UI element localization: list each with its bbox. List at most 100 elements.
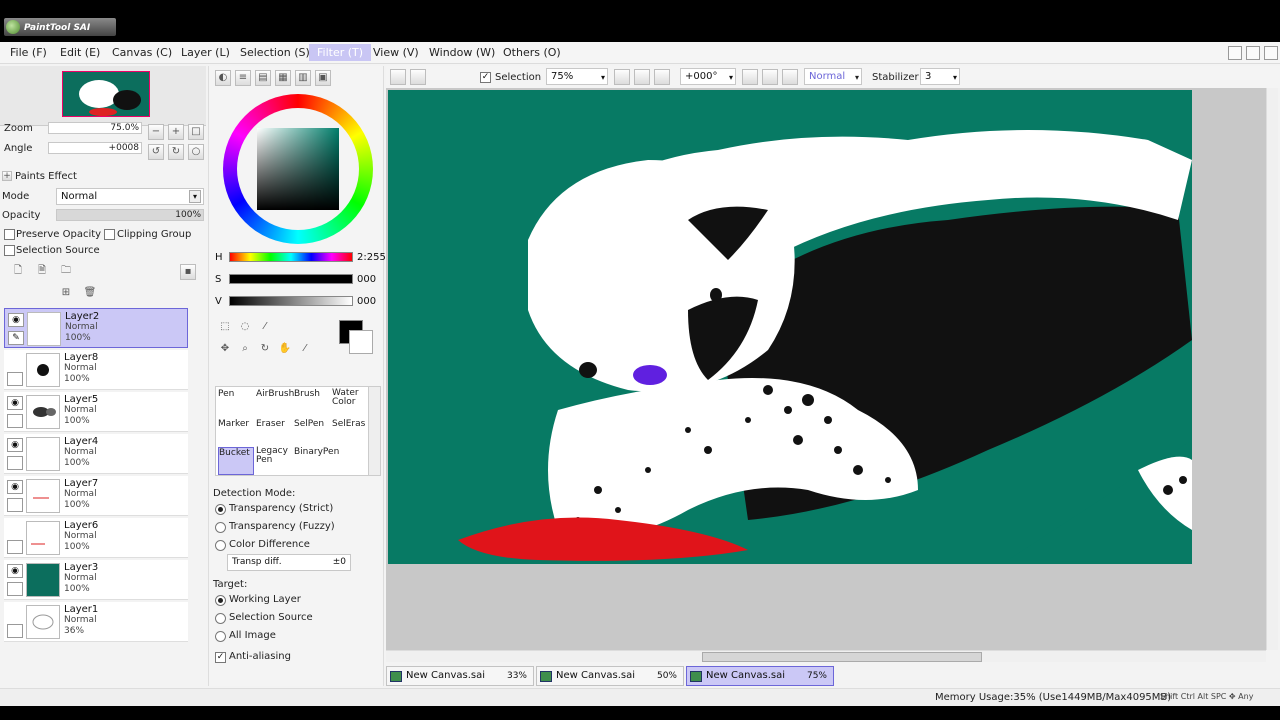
tool-selpen[interactable]: SelPen xyxy=(294,419,332,447)
rect-select-icon[interactable]: ⬚ xyxy=(217,320,233,336)
lasso-icon[interactable]: ◌ xyxy=(237,320,253,336)
transp-diff-slider[interactable]: Transp diff. ±0 xyxy=(227,554,351,571)
menu-canvas[interactable]: Canvas (C) xyxy=(112,46,172,59)
background-color-swatch[interactable] xyxy=(349,330,373,354)
menu-layer[interactable]: Layer (L) xyxy=(181,46,230,59)
layer-panel-menu-icon[interactable]: ▪ xyxy=(180,264,196,280)
saturation-slider[interactable] xyxy=(229,274,353,284)
layer-item[interactable]: ◉ Layer4 Normal 100% xyxy=(4,434,188,474)
zoom-out-button[interactable]: − xyxy=(148,124,164,140)
new-folder-icon[interactable]: 🗀 xyxy=(58,264,74,280)
clipping-group-checkbox[interactable] xyxy=(104,229,115,240)
lock-icon[interactable] xyxy=(7,498,23,512)
layer-item[interactable]: Layer8 Normal 100% xyxy=(4,350,188,390)
lock-icon[interactable] xyxy=(7,582,23,596)
rotate-left-button[interactable]: ↺ xyxy=(148,144,164,160)
drawing-canvas[interactable] xyxy=(388,90,1192,564)
opacity-slider[interactable]: 100% xyxy=(56,209,204,221)
hand-icon[interactable]: ✋ xyxy=(277,342,293,358)
tool-airbrush[interactable]: AirBrush xyxy=(256,389,294,417)
menu-others[interactable]: Others (O) xyxy=(503,46,561,59)
scrollbar-thumb[interactable] xyxy=(702,652,982,662)
menu-window[interactable]: Window (W) xyxy=(429,46,495,59)
layer-item[interactable]: Layer6 Normal 100% xyxy=(4,518,188,558)
zoom-in-icon[interactable] xyxy=(634,69,650,85)
layer-item[interactable]: ◉ Layer7 Normal 100% xyxy=(4,476,188,516)
angle-select[interactable]: +000° ▾ xyxy=(680,68,736,85)
detection-fuzzy-radio[interactable] xyxy=(215,522,226,533)
stabilizer-select[interactable]: 3 ▾ xyxy=(920,68,960,85)
tool-eraser[interactable]: Eraser xyxy=(256,419,294,447)
zoom-reset-button[interactable]: □ xyxy=(188,124,204,140)
rotate-icon[interactable]: ↻ xyxy=(257,342,273,358)
lock-icon[interactable] xyxy=(7,372,23,386)
lock-icon[interactable] xyxy=(7,540,23,554)
tool-grid-scrollbar[interactable] xyxy=(368,387,380,475)
layer-item[interactable]: Layer1 Normal 36% xyxy=(4,602,188,642)
zoom-icon[interactable]: ⌕ xyxy=(237,342,253,358)
expand-icon[interactable]: + xyxy=(2,171,12,181)
tool-seleras[interactable]: SelEras xyxy=(332,419,370,447)
layer-item[interactable]: ◉ Layer3 Normal 100% xyxy=(4,560,188,600)
tool-brush[interactable]: Brush xyxy=(294,389,332,417)
hue-slider[interactable] xyxy=(229,252,353,262)
zoom-fit-icon[interactable] xyxy=(654,69,670,85)
merge-down-icon[interactable]: ⊞ xyxy=(58,286,74,302)
canvas-horizontal-scrollbar[interactable] xyxy=(386,650,1266,662)
eye-icon[interactable]: ◉ xyxy=(7,438,23,452)
new-layer-icon[interactable]: 🗋 xyxy=(10,264,26,280)
lock-icon[interactable] xyxy=(7,624,23,638)
minimize-button[interactable] xyxy=(1228,46,1242,60)
zoom-select[interactable]: 75% ▾ xyxy=(546,68,608,85)
rgb-slider-icon[interactable]: ≡ xyxy=(235,70,251,86)
rotate-ccw-icon[interactable] xyxy=(742,69,758,85)
eyedropper-icon[interactable]: ⁄ xyxy=(297,342,313,358)
lock-icon[interactable] xyxy=(7,414,23,428)
menu-filter[interactable]: Filter (T) xyxy=(309,44,372,61)
layer-item[interactable]: ◉ Layer5 Normal 100% xyxy=(4,392,188,432)
saturation-value-square[interactable] xyxy=(257,128,339,210)
hsv-slider-icon[interactable]: ▤ xyxy=(255,70,271,86)
new-linework-layer-icon[interactable]: 🗎 xyxy=(34,264,50,280)
pencil-icon[interactable]: ✎ xyxy=(8,331,24,345)
tool-water-color[interactable]: Water Color xyxy=(332,389,368,417)
palette-icon[interactable]: ▣ xyxy=(315,70,331,86)
color-wheel-mode-icon[interactable]: ◐ xyxy=(215,70,231,86)
eye-icon[interactable]: ◉ xyxy=(7,480,23,494)
target-selection-source-radio[interactable] xyxy=(215,613,226,624)
canvas-viewport[interactable] xyxy=(386,88,1266,650)
lock-icon[interactable] xyxy=(7,456,23,470)
color-wheel[interactable] xyxy=(223,94,373,244)
menu-edit[interactable]: Edit (E) xyxy=(60,46,100,59)
eye-icon[interactable]: ◉ xyxy=(7,564,23,578)
document-tab-active[interactable]: New Canvas.sai 75% xyxy=(686,666,834,686)
zoom-slider[interactable]: 75.0% xyxy=(48,122,142,134)
tool-legacy-pen[interactable]: Legacy Pen xyxy=(256,447,294,475)
rotate-reset-icon[interactable] xyxy=(782,69,798,85)
blend-select[interactable]: Normal ▾ xyxy=(804,68,862,85)
value-slider[interactable] xyxy=(229,296,353,306)
close-button[interactable] xyxy=(1264,46,1278,60)
selection-source-checkbox[interactable] xyxy=(4,245,15,256)
zoom-in-button[interactable]: + xyxy=(168,124,184,140)
menu-file[interactable]: File (F) xyxy=(10,46,47,59)
eye-icon[interactable]: ◉ xyxy=(8,313,24,327)
selection-checkbox[interactable]: ✓ xyxy=(480,72,491,83)
document-tab[interactable]: New Canvas.sai 50% xyxy=(536,666,684,686)
eye-icon[interactable] xyxy=(7,606,23,620)
canvas-vertical-scrollbar[interactable] xyxy=(1266,88,1278,650)
detection-color-diff-radio[interactable] xyxy=(215,540,226,551)
eye-icon[interactable] xyxy=(7,522,23,536)
tool-binarypen[interactable]: BinaryPen xyxy=(294,447,339,475)
menu-selection[interactable]: Selection (S) xyxy=(240,46,310,59)
angle-slider[interactable]: +0008 xyxy=(48,142,142,154)
eye-icon[interactable] xyxy=(7,354,23,368)
antialiasing-checkbox[interactable]: ✓ xyxy=(215,652,226,663)
delete-layer-icon[interactable]: 🗑 xyxy=(82,286,98,302)
zoom-out-icon[interactable] xyxy=(614,69,630,85)
document-tab[interactable]: New Canvas.sai 33% xyxy=(386,666,534,686)
layer-item[interactable]: ◉ ✎ Layer2 Normal 100% xyxy=(4,308,188,348)
magic-wand-icon[interactable]: ⁄ xyxy=(257,320,273,336)
move-icon[interactable]: ✥ xyxy=(217,342,233,358)
navigator-thumbnail[interactable] xyxy=(62,71,150,117)
